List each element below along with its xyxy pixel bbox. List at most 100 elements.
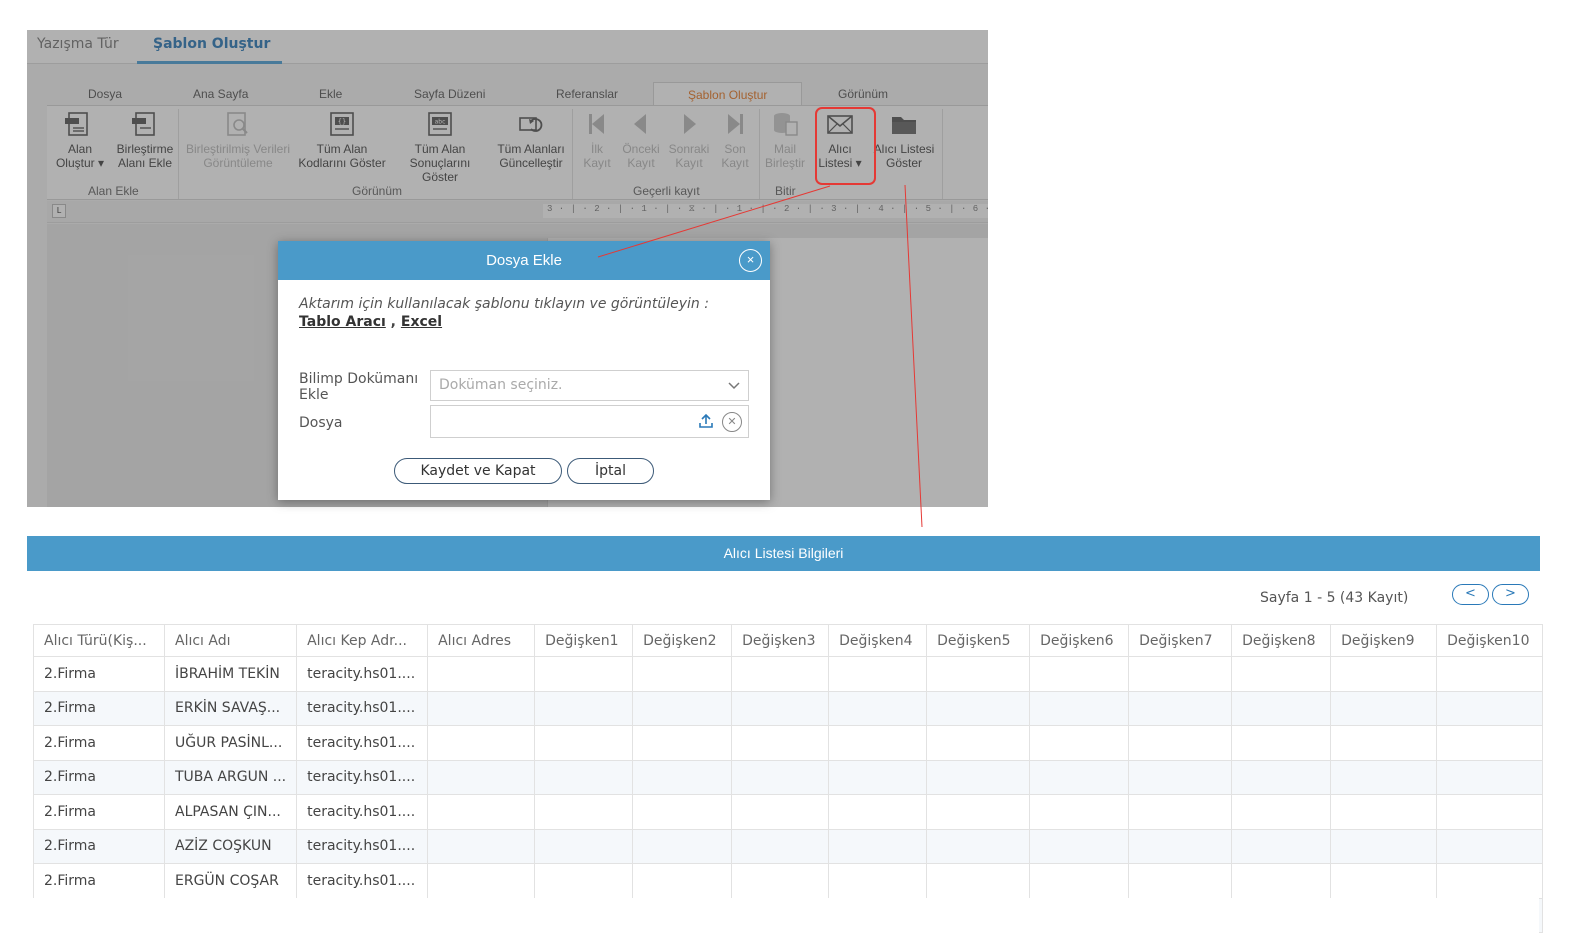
excel-link[interactable]: Excel bbox=[401, 314, 442, 330]
template-links: Tablo Aracı , Excel bbox=[299, 314, 442, 330]
table-row[interactable]: 2.Firma İBRAHİM TEKİN teracity.hs01.... bbox=[33, 656, 1544, 692]
table-cell bbox=[926, 725, 1031, 761]
table-body: 2.Firma İBRAHİM TEKİN teracity.hs01.... 2.F… bbox=[33, 656, 1544, 933]
table-cell bbox=[534, 656, 634, 692]
upload-icon[interactable] bbox=[698, 413, 714, 429]
table-cell: ERKİN SAVAŞ... bbox=[163, 690, 298, 726]
column-header[interactable]: Alıcı Adres bbox=[427, 624, 536, 657]
previous-page-button[interactable]: < bbox=[1452, 584, 1489, 605]
table-cell bbox=[1436, 863, 1544, 899]
table-cell bbox=[1330, 759, 1438, 795]
table-cell bbox=[427, 794, 536, 830]
clear-icon[interactable]: ✕ bbox=[722, 412, 742, 432]
table-cell: 2.Firma bbox=[33, 828, 165, 864]
table-cell bbox=[828, 725, 928, 761]
kaydet-ve-kapat-button[interactable]: Kaydet ve Kapat bbox=[394, 458, 562, 484]
table-cell bbox=[534, 863, 634, 899]
table-cell bbox=[427, 828, 536, 864]
table-cell: İBRAHİM TEKİN bbox=[163, 656, 298, 692]
column-header[interactable]: Değişken3 bbox=[731, 624, 830, 657]
column-header[interactable]: Değişken4 bbox=[828, 624, 928, 657]
table-cell bbox=[1029, 690, 1130, 726]
table-row[interactable]: 2.Firma TUBA ARGUN ... teracity.hs01.... bbox=[33, 759, 1544, 795]
next-page-button[interactable]: > bbox=[1492, 584, 1529, 605]
table-cell bbox=[828, 690, 928, 726]
table-cell bbox=[632, 794, 733, 830]
table-cell: teracity.hs01.... bbox=[296, 794, 429, 830]
table-cell bbox=[1231, 863, 1332, 899]
table-cell bbox=[828, 656, 928, 692]
column-header[interactable]: Değişken6 bbox=[1029, 624, 1130, 657]
alici-listesi-bilgileri-header: Alıcı Listesi Bilgileri bbox=[27, 536, 1540, 571]
table-cell bbox=[731, 759, 830, 795]
table-cell bbox=[1128, 759, 1233, 795]
chevron-down-icon bbox=[728, 382, 740, 390]
dosya-ekle-dialog: Dosya Ekle × Aktarım için kullanılacak ş… bbox=[278, 241, 770, 500]
table-cell bbox=[1029, 725, 1130, 761]
table-cell: teracity.hs01.... bbox=[296, 725, 429, 761]
column-header[interactable]: Alıcı Kep Adr... bbox=[296, 624, 429, 657]
table-cell bbox=[731, 690, 830, 726]
table-row[interactable]: 2.Firma AZİZ COŞKUN teracity.hs01.... bbox=[33, 828, 1544, 864]
table-cell bbox=[926, 863, 1031, 899]
table-cell bbox=[632, 725, 733, 761]
table-cell bbox=[1029, 656, 1130, 692]
table-cell bbox=[926, 828, 1031, 864]
table-cell bbox=[427, 690, 536, 726]
table-header-row: Alıcı Türü(Kiş... Alıcı Adı Alıcı Kep Ad… bbox=[33, 624, 1544, 657]
table-row[interactable]: 2.Firma ERGÜN COŞAR teracity.hs01.... bbox=[33, 863, 1544, 899]
bilimp-dokumani-label: Bilimp Dokümanı Ekle bbox=[299, 371, 418, 403]
column-header[interactable]: Değişken1 bbox=[534, 624, 634, 657]
table-cell bbox=[534, 794, 634, 830]
table-row[interactable]: 2.Firma ERKİN SAVAŞ... teracity.hs01.... bbox=[33, 690, 1544, 726]
table-cell bbox=[1231, 690, 1332, 726]
table-cell: ERGÜN COŞAR bbox=[163, 863, 298, 899]
column-header[interactable]: Değişken9 bbox=[1330, 624, 1438, 657]
table-cell: teracity.hs01.... bbox=[296, 828, 429, 864]
table-cell bbox=[731, 725, 830, 761]
table-cell bbox=[427, 759, 536, 795]
alici-listesi-highlight bbox=[815, 107, 876, 185]
table-cell bbox=[1231, 725, 1332, 761]
dialog-header: Dosya Ekle × bbox=[278, 241, 770, 280]
table-cell: teracity.hs01.... bbox=[296, 690, 429, 726]
table-row[interactable]: 2.Firma UĞUR PASİNL... teracity.hs01.... bbox=[33, 725, 1544, 761]
table-cell bbox=[926, 794, 1031, 830]
table-cell: teracity.hs01.... bbox=[296, 759, 429, 795]
column-header[interactable]: Değişken8 bbox=[1231, 624, 1332, 657]
link-separator: , bbox=[385, 314, 401, 330]
column-header[interactable]: Değişken10 bbox=[1436, 624, 1544, 657]
table-cell bbox=[1330, 828, 1438, 864]
table-cell bbox=[534, 828, 634, 864]
table-cell bbox=[731, 794, 830, 830]
table-cell bbox=[1231, 656, 1332, 692]
template-info-text: Aktarım için kullanılacak şablonu tıklay… bbox=[299, 296, 709, 312]
column-header[interactable]: Değişken5 bbox=[926, 624, 1031, 657]
dokuman-select[interactable]: Doküman seçiniz. bbox=[430, 370, 749, 401]
table-row[interactable]: 2.Firma ALPASAN ÇIN... teracity.hs01.... bbox=[33, 794, 1544, 830]
table-cell: TUBA ARGUN ... bbox=[163, 759, 298, 795]
table-cell bbox=[731, 828, 830, 864]
table-cell: 2.Firma bbox=[33, 725, 165, 761]
table-clip bbox=[33, 898, 1539, 940]
iptal-button[interactable]: İptal bbox=[567, 458, 654, 484]
table-cell bbox=[1330, 863, 1438, 899]
dialog-title: Dosya Ekle bbox=[486, 252, 562, 269]
table-cell bbox=[1128, 794, 1233, 830]
table-cell bbox=[1029, 759, 1130, 795]
table-cell bbox=[926, 690, 1031, 726]
dosya-file-input[interactable]: ✕ bbox=[430, 405, 749, 438]
tablo-araci-link[interactable]: Tablo Aracı bbox=[299, 314, 386, 330]
table-cell bbox=[427, 656, 536, 692]
table-cell bbox=[1128, 863, 1233, 899]
column-header[interactable]: Alıcı Türü(Kiş... bbox=[33, 624, 165, 657]
table-cell bbox=[828, 863, 928, 899]
column-header[interactable]: Değişken2 bbox=[632, 624, 733, 657]
table-cell bbox=[1029, 828, 1130, 864]
table-cell bbox=[1128, 828, 1233, 864]
table-cell bbox=[1330, 794, 1438, 830]
close-icon[interactable]: × bbox=[739, 249, 762, 272]
column-header[interactable]: Değişken7 bbox=[1128, 624, 1233, 657]
column-header[interactable]: Alıcı Adı bbox=[163, 624, 298, 657]
table-cell bbox=[1436, 828, 1544, 864]
